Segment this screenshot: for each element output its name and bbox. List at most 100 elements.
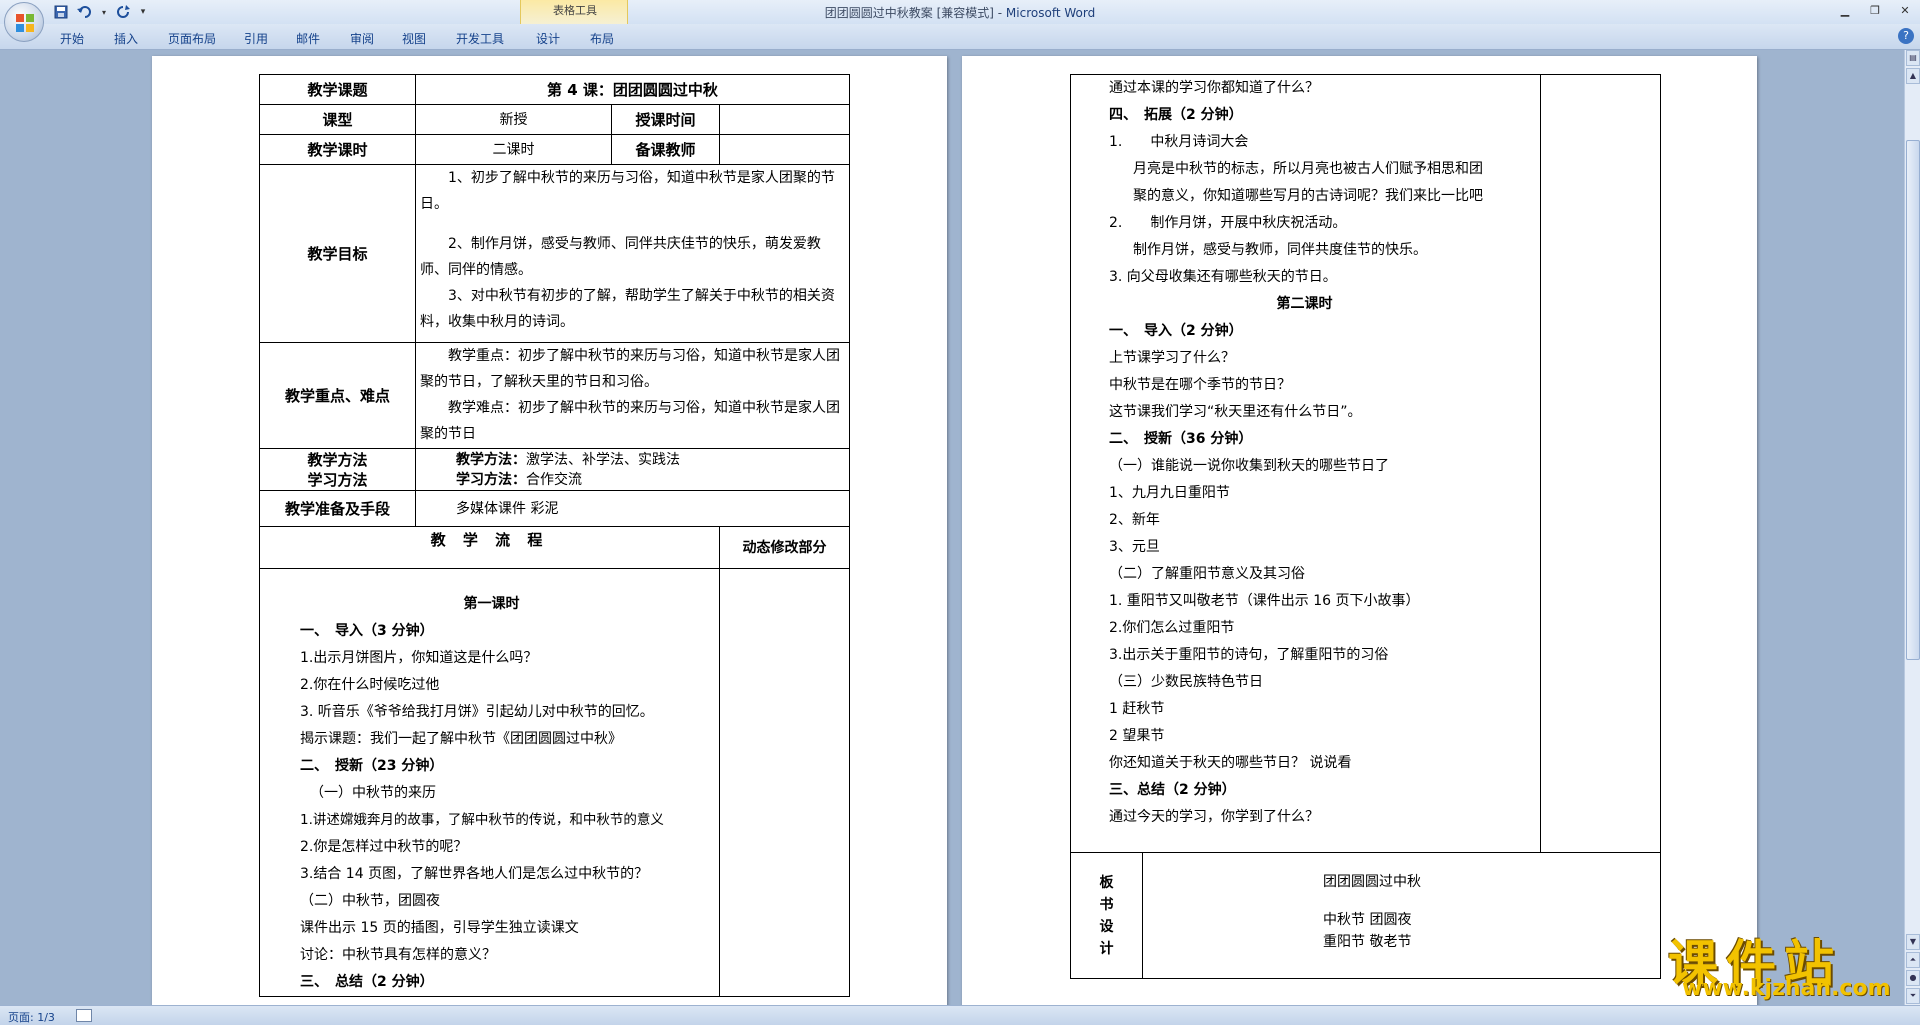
tab-home[interactable]: 开始 xyxy=(60,30,84,47)
page-2: 通过本课的学习你都知道了什么？ 四、 拓展（2 分钟） 1. 中秋月诗词大会 月… xyxy=(962,56,1757,1005)
scroll-thumb[interactable] xyxy=(1906,140,1920,660)
flow-line: 2. 制作月饼，开展中秋庆祝活动。 xyxy=(1109,215,1347,231)
dynamic-header: 动态修改部分 xyxy=(719,526,850,569)
flow-line: 聚的意义，你知道哪些写月的古诗词呢？我们来比一比吧 xyxy=(1133,188,1483,204)
quick-access-toolbar: ▾ ▾ xyxy=(52,3,148,21)
flow-line: 你还知道关于秋天的哪些节日？ 说说看 xyxy=(1109,755,1352,771)
minimize-icon[interactable]: ▁ xyxy=(1830,0,1860,20)
previous-page-icon[interactable]: ⏶ xyxy=(1906,952,1920,968)
flow-line: 2、新年 xyxy=(1109,512,1160,528)
flow-line: 三、 总结（2 分钟） xyxy=(300,974,434,990)
board-label-char: 计 xyxy=(1099,940,1114,957)
tab-design[interactable]: 设计 xyxy=(536,30,560,47)
next-page-icon[interactable]: ⏷ xyxy=(1906,988,1920,1004)
board-label-char: 书 xyxy=(1099,896,1114,913)
label-learning-method: 学习方法 xyxy=(307,470,368,489)
board-design-content[interactable]: 团团圆圆过中秋 中秋节 团圆夜 重阳节 敬老节 xyxy=(1142,852,1661,979)
scroll-up-icon[interactable]: ▲ xyxy=(1906,68,1920,84)
app-name: Microsoft Word xyxy=(1005,6,1096,20)
objective-1: 1、初步了解中秋节的来历与习俗，知道中秋节是家人团聚的节日。 xyxy=(420,170,835,212)
tab-mailings[interactable]: 邮件 xyxy=(296,30,320,47)
save-icon[interactable] xyxy=(52,4,70,20)
tab-insert[interactable]: 插入 xyxy=(114,30,138,47)
close-icon[interactable]: ✕ xyxy=(1890,0,1920,20)
flow-line: 月亮是中秋节的标志，所以月亮也被古人们赋予相思和团 xyxy=(1133,161,1483,177)
document-title: 团团圆圆过中秋教案 [兼容模式] - xyxy=(824,6,1006,20)
office-logo-icon xyxy=(16,14,34,32)
objectives-cell[interactable]: 1、初步了解中秋节的来历与习俗，知道中秋节是家人团聚的节日。 2、制作月饼，感受… xyxy=(415,164,850,343)
label-methods: 教学方法 学习方法 xyxy=(259,448,416,491)
page-count[interactable]: 页面: 1/3 xyxy=(8,1009,55,1025)
value-topic[interactable]: 第 4 课：团团圆圆过中秋 xyxy=(415,74,850,105)
dynamic-cell-right[interactable] xyxy=(1540,74,1661,853)
value-prep-teacher[interactable] xyxy=(719,134,850,165)
flow-line: （二）了解重阳节意义及其习俗 xyxy=(1109,566,1305,582)
learn-method-value: 合作交流 xyxy=(526,471,582,488)
restore-icon[interactable]: ❐ xyxy=(1860,0,1890,20)
methods-cell[interactable]: 教学方法：激学法、补学法、实践法 学习方法：合作交流 xyxy=(415,448,850,491)
flow-content[interactable]: 第一课时 一、 导入（3 分钟） 1.出示月饼图片，你知道这是什么吗？ 2.你在… xyxy=(259,568,720,997)
tab-review[interactable]: 审阅 xyxy=(350,30,374,47)
teach-method-value: 激学法、补学法、实践法 xyxy=(526,451,680,468)
ruler-toggle-icon[interactable]: ▤ xyxy=(1906,50,1920,66)
tab-layout[interactable]: 布局 xyxy=(590,30,614,47)
tab-page-layout[interactable]: 页面布局 xyxy=(168,30,216,47)
key-points-cell[interactable]: 教学重点：初步了解中秋节的来历与习俗，知道中秋节是家人团聚的节日，了解秋天里的节… xyxy=(415,342,850,449)
scroll-down-icon[interactable]: ▼ xyxy=(1906,934,1920,950)
tab-developer[interactable]: 开发工具 xyxy=(456,30,504,47)
value-class-hours[interactable]: 二课时 xyxy=(415,134,612,165)
proofing-icon[interactable] xyxy=(76,1009,92,1022)
ribbon-tabs: 开始 插入 页面布局 引用 邮件 审阅 视图 开发工具 设计 布局 xyxy=(0,24,1920,50)
flow-line: （三）少数民族特色节日 xyxy=(1109,674,1263,690)
dynamic-cell[interactable] xyxy=(719,568,850,997)
key-difficulty: 教学难点：初步了解中秋节的来历与习俗，知道中秋节是家人团聚的节日 xyxy=(420,400,840,442)
learn-method-label: 学习方法： xyxy=(456,471,526,488)
office-button[interactable] xyxy=(4,2,44,42)
page-1: 教学课题 第 4 课：团团圆圆过中秋 课型 新授 授课时间 教学课时 二课时 备… xyxy=(152,56,947,1005)
flow-line: 一、 导入（3 分钟） xyxy=(300,623,434,639)
flow-line: 3. 听音乐《爷爷给我打月饼》引起幼儿对中秋节的回忆。 xyxy=(300,704,654,720)
window-controls: ▁ ❐ ✕ xyxy=(1830,0,1920,22)
board-design-table: 板 书 设 计 团团圆圆过中秋 中秋节 团圆夜 重阳节 敬老节 xyxy=(1070,852,1661,979)
flow-header: 教 学 流 程 xyxy=(259,526,720,569)
flow-line: （一）中秋节的来历 xyxy=(310,785,436,801)
value-teaching-time[interactable] xyxy=(719,104,850,135)
label-teaching-time: 授课时间 xyxy=(611,104,720,135)
dropdown-arrow-icon[interactable]: ▾ xyxy=(100,4,108,20)
flow-line: 1、九月九日重阳节 xyxy=(1109,485,1230,501)
value-preparation[interactable]: 多媒体课件 彩泥 xyxy=(415,490,850,527)
flow-line: 3.出示关于重阳节的诗句，了解重阳节的习俗 xyxy=(1109,647,1389,663)
flow-line: 课件出示 15 页的插图，引导学生独立读课文 xyxy=(300,920,579,936)
select-browse-object-icon[interactable]: ● xyxy=(1906,970,1920,986)
board-label-char: 板 xyxy=(1099,874,1114,891)
flow-line: 这节课我们学习“秋天里还有什么节日”。 xyxy=(1109,404,1362,420)
window-title: 团团圆圆过中秋教案 [兼容模式] - Microsoft Word xyxy=(0,4,1920,21)
flow-line: 2.你是怎样过中秋节的呢？ xyxy=(300,839,468,855)
redo-icon[interactable] xyxy=(114,4,132,20)
key-focus: 教学重点：初步了解中秋节的来历与习俗，知道中秋节是家人团聚的节日，了解秋天里的节… xyxy=(420,348,840,390)
tab-references[interactable]: 引用 xyxy=(244,30,268,47)
undo-icon[interactable] xyxy=(76,4,94,20)
flow-line: 2.你们怎么过重阳节 xyxy=(1109,620,1235,636)
flow-line: 2 望果节 xyxy=(1109,728,1165,744)
vertical-scrollbar[interactable]: ▤ ▲ ▼ ⏶ ● ⏷ xyxy=(1904,50,1920,1005)
value-lesson-type[interactable]: 新授 xyxy=(415,104,612,135)
site-watermark: 课件站 www.kjzhan.com xyxy=(1668,924,1904,1004)
lesson-table-left: 教学课题 第 4 课：团团圆圆过中秋 课型 新授 授课时间 教学课时 二课时 备… xyxy=(259,74,850,997)
flow-line: 上节课学习了什么？ xyxy=(1109,350,1235,366)
board-title: 团团圆圆过中秋 xyxy=(1323,874,1421,890)
flow-line: 1 赶秋节 xyxy=(1109,701,1165,717)
tab-view[interactable]: 视图 xyxy=(402,30,426,47)
flow-line: 中秋节是在哪个季节的节日？ xyxy=(1109,377,1291,393)
label-preparation: 教学准备及手段 xyxy=(259,490,416,527)
flow-continued[interactable]: 通过本课的学习你都知道了什么？ 四、 拓展（2 分钟） 1. 中秋月诗词大会 月… xyxy=(1070,74,1541,853)
status-bar: 页面: 1/3 xyxy=(0,1005,1920,1025)
board-design-label: 板 书 设 计 xyxy=(1070,852,1143,979)
flow-line: 二、 授新（23 分钟） xyxy=(300,758,444,774)
help-icon[interactable]: ? xyxy=(1898,28,1914,44)
label-class-hours: 教学课时 xyxy=(259,134,416,165)
label-prep-teacher: 备课教师 xyxy=(611,134,720,165)
board-line-2: 重阳节 敬老节 xyxy=(1323,934,1412,950)
customize-qat-icon[interactable]: ▾ xyxy=(138,4,148,20)
label-key-points: 教学重点、难点 xyxy=(259,342,416,449)
